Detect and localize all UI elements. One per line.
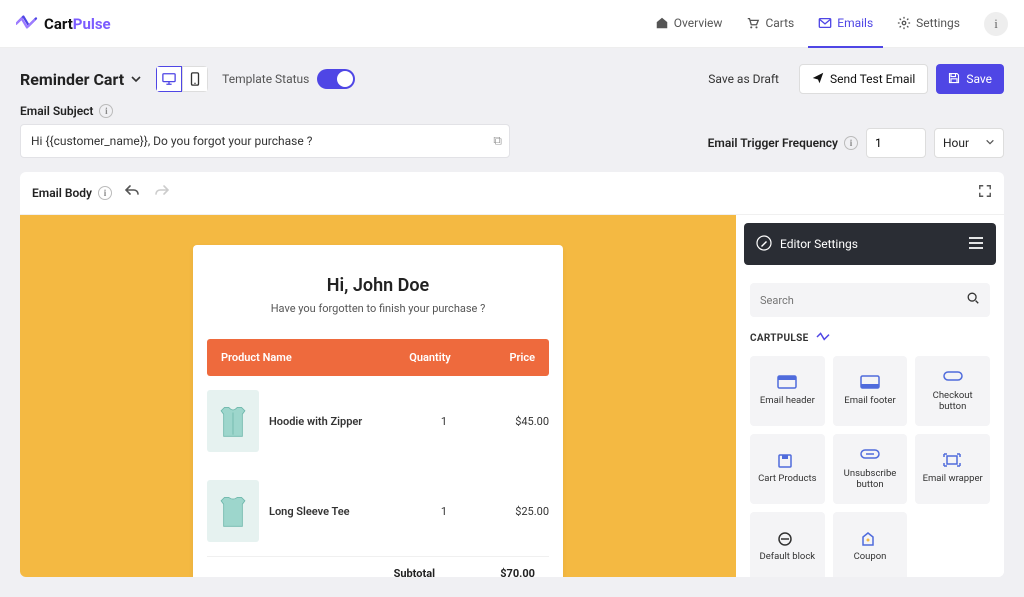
- save-draft-button[interactable]: Save as Draft: [696, 64, 791, 94]
- nav-overview-label: Overview: [674, 16, 723, 30]
- sidebar-search[interactable]: [750, 283, 990, 317]
- products-icon: [777, 453, 797, 467]
- block-cart-products[interactable]: Cart Products: [750, 434, 825, 504]
- subtotal-row: Subtotal $70.00: [207, 556, 549, 577]
- email-body-label: Email Body i: [32, 186, 112, 200]
- info-icon[interactable]: i: [99, 104, 113, 118]
- desktop-icon: [162, 72, 176, 86]
- mobile-icon: [188, 72, 202, 86]
- email-greeting: Hi, John Doe: [193, 275, 563, 296]
- subject-input[interactable]: [20, 124, 510, 158]
- block-grid: Email header Email footer Checkout butto…: [750, 356, 990, 577]
- sidebar-title: Editor Settings: [780, 237, 858, 251]
- mail-icon: [818, 16, 832, 30]
- email-canvas[interactable]: Hi, John Doe Have you forgotten to finis…: [20, 215, 736, 577]
- save-button[interactable]: Save: [936, 64, 1004, 94]
- header-icon: [777, 375, 797, 389]
- toolbar: Reminder Cart Template Status Save as Dr…: [0, 48, 1024, 104]
- expand-button[interactable]: [978, 184, 992, 202]
- info-icon[interactable]: i: [844, 136, 858, 150]
- cart-table-header: Product Name Quantity Price: [207, 339, 549, 376]
- subject-row: Email Subject i ⧉ Email Trigger Frequenc…: [0, 104, 1024, 172]
- product-thumbnail: [207, 480, 259, 542]
- home-icon: [655, 16, 669, 30]
- redo-button[interactable]: [152, 182, 172, 204]
- navbar: CartPulse Overview Carts Emails Settings…: [0, 0, 1024, 48]
- product-name: Long Sleeve Tee: [269, 505, 409, 518]
- product-qty: 1: [409, 415, 479, 428]
- trigger-value-input[interactable]: [866, 128, 926, 158]
- cart-row: Hoodie with Zipper 1 $45.00: [193, 376, 563, 466]
- product-qty: 1: [409, 505, 479, 518]
- wrapper-icon: [943, 453, 963, 467]
- button-icon: [943, 370, 963, 384]
- sidebar-header: Editor Settings: [744, 223, 996, 265]
- info-button[interactable]: i: [984, 12, 1008, 36]
- chevron-down-icon: [130, 70, 142, 89]
- block-coupon[interactable]: Coupon: [833, 512, 908, 577]
- trigger-unit-select[interactable]: Hour: [934, 128, 1004, 158]
- email-subtext: Have you forgotten to finish your purcha…: [193, 302, 563, 315]
- nav-emails[interactable]: Emails: [808, 0, 883, 48]
- trigger-frequency: Email Trigger Frequency i Hour: [708, 128, 1004, 158]
- device-switch: [156, 66, 208, 92]
- logo-mark-icon: [815, 331, 831, 346]
- coupon-icon: [860, 531, 880, 545]
- info-icon[interactable]: i: [98, 186, 112, 200]
- email-editor: Email Body i Hi, John Doe Have you forgo…: [20, 172, 1004, 577]
- nav-carts-label: Carts: [765, 16, 794, 30]
- nav-emails-label: Emails: [837, 16, 873, 30]
- chevron-down-icon: [985, 136, 995, 150]
- trigger-label: Email Trigger Frequency: [708, 136, 838, 150]
- device-desktop-button[interactable]: [156, 66, 182, 92]
- nav-settings-label: Settings: [916, 16, 960, 30]
- template-status-toggle[interactable]: [317, 69, 355, 89]
- undo-button[interactable]: [122, 182, 142, 204]
- menu-icon[interactable]: [968, 236, 984, 253]
- email-preview: Hi, John Doe Have you forgotten to finis…: [193, 245, 563, 577]
- template-title-dropdown[interactable]: Reminder Cart: [20, 70, 142, 89]
- default-block-icon: [777, 531, 797, 545]
- block-email-wrapper[interactable]: Email wrapper: [915, 434, 990, 504]
- logo-mark-icon: [16, 13, 38, 35]
- nav-settings[interactable]: Settings: [887, 0, 970, 48]
- send-icon: [812, 72, 824, 87]
- save-icon: [948, 72, 960, 87]
- logo[interactable]: CartPulse: [16, 13, 111, 35]
- nav-overview[interactable]: Overview: [645, 0, 733, 48]
- template-status-label: Template Status: [222, 72, 309, 86]
- cart-icon: [746, 16, 760, 30]
- search-icon: [966, 291, 980, 309]
- block-email-header[interactable]: Email header: [750, 356, 825, 426]
- template-title: Reminder Cart: [20, 70, 124, 89]
- product-price: $45.00: [479, 415, 549, 428]
- device-mobile-button[interactable]: [182, 66, 208, 92]
- gear-icon: [897, 16, 911, 30]
- brush-icon: [756, 235, 772, 254]
- nav-carts[interactable]: Carts: [736, 0, 804, 48]
- subject-label: Email Subject i: [20, 104, 510, 118]
- cart-row: Long Sleeve Tee 1 $25.00: [193, 466, 563, 556]
- editor-sidebar: Editor Settings CARTPULSE Email header: [736, 215, 1004, 577]
- product-name: Hoodie with Zipper: [269, 415, 409, 428]
- logo-text: CartPulse: [44, 15, 111, 33]
- unsubscribe-icon: [860, 448, 880, 462]
- block-default[interactable]: Default block: [750, 512, 825, 577]
- block-email-footer[interactable]: Email footer: [833, 356, 908, 426]
- product-price: $25.00: [479, 505, 549, 518]
- block-checkout-button[interactable]: Checkout button: [915, 356, 990, 426]
- template-status: Template Status: [222, 69, 355, 89]
- product-thumbnail: [207, 390, 259, 452]
- footer-icon: [860, 375, 880, 389]
- send-test-email-button[interactable]: Send Test Email: [799, 64, 928, 94]
- search-input[interactable]: [760, 294, 966, 307]
- merge-tag-icon[interactable]: ⧉: [493, 134, 502, 149]
- block-unsubscribe[interactable]: Unsubscribe button: [833, 434, 908, 504]
- section-label: CARTPULSE: [750, 331, 990, 346]
